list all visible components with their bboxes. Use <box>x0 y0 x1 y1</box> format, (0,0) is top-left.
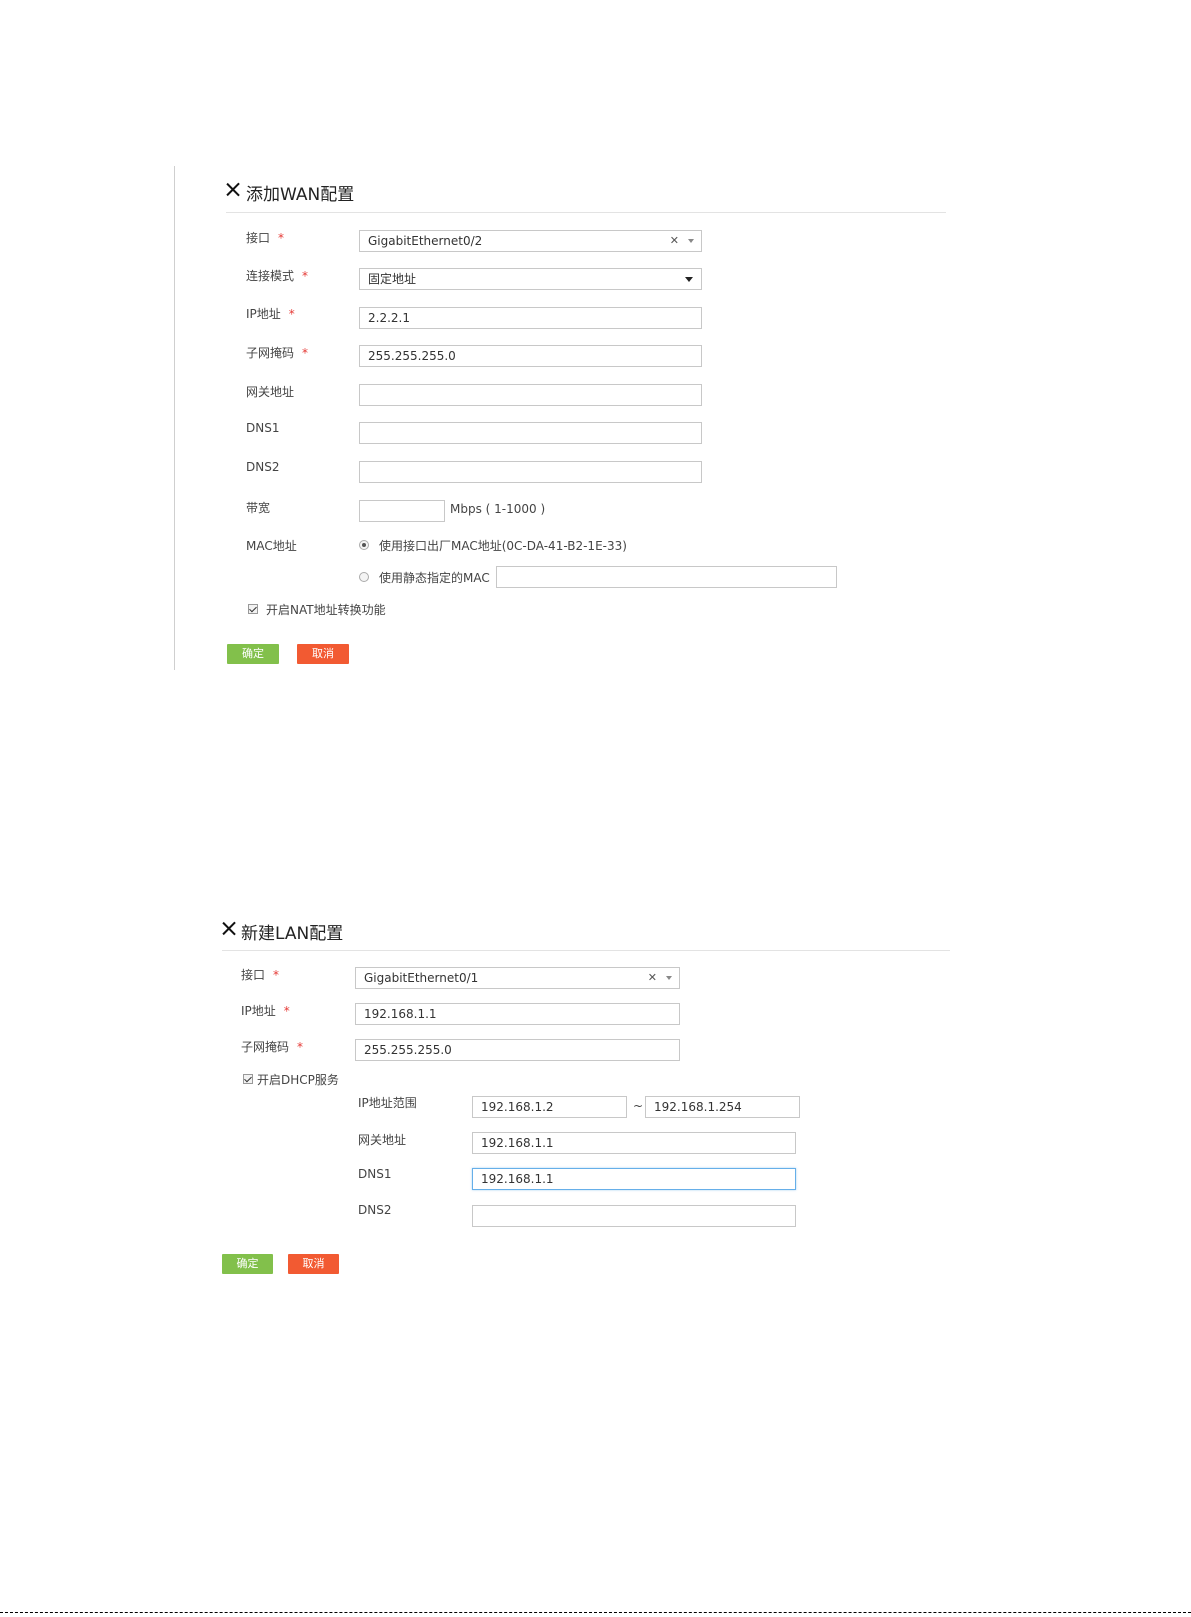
required-mark: * <box>283 1004 290 1018</box>
interface-label-text: 接口 <box>246 231 271 245</box>
required-mark: * <box>288 307 295 321</box>
lan-gateway-label: 网关地址 <box>358 1133 407 1147</box>
mac-factory-radio[interactable] <box>359 540 369 550</box>
dhcp-label[interactable]: 开启DHCP服务 <box>257 1071 339 1088</box>
required-mark: * <box>302 346 309 360</box>
interface-select-value: GigabitEthernet0/2 <box>368 234 483 248</box>
required-mark: * <box>278 231 285 245</box>
mode-select-value: 固定地址 <box>368 272 417 286</box>
mac-factory-label[interactable]: 使用接口出厂MAC地址(0C-DA-41-B2-1E-33) <box>379 537 627 554</box>
ip-label: IP地址 * <box>246 305 295 322</box>
lan-dns1-label: DNS1 <box>358 1167 392 1181</box>
dns2-label: DNS2 <box>246 460 280 474</box>
cancel-button[interactable]: 取消 <box>297 644 349 664</box>
lan-gateway-input[interactable]: 192.168.1.1 <box>472 1132 796 1154</box>
ip-range-label: IP地址范围 <box>358 1096 417 1110</box>
lan-mask-label-text: 子网掩码 <box>241 1040 290 1054</box>
bandwidth-unit: Mbps ( 1-1000 ) <box>450 502 546 516</box>
required-mark: * <box>297 1040 304 1054</box>
lan-ip-input[interactable]: 192.168.1.1 <box>355 1003 680 1025</box>
nat-label[interactable]: 开启NAT地址转换功能 <box>266 601 386 618</box>
mac-label: MAC地址 <box>246 539 297 553</box>
lan-interface-label: 接口 * <box>241 966 279 983</box>
required-mark: * <box>302 269 309 283</box>
panel-left-border <box>174 166 175 670</box>
mask-label-text: 子网掩码 <box>246 346 295 360</box>
lan-dns2-label: DNS2 <box>358 1203 392 1217</box>
dns2-input[interactable] <box>359 461 702 483</box>
ok-button[interactable]: 确定 <box>227 644 279 664</box>
mac-static-input[interactable] <box>496 566 837 588</box>
dns1-label: DNS1 <box>246 421 280 435</box>
ip-range-start-input[interactable]: 192.168.1.2 <box>472 1096 627 1118</box>
lan-interface-select-value: GigabitEthernet0/1 <box>364 971 479 985</box>
bandwidth-input[interactable] <box>359 500 445 522</box>
ip-label-text: IP地址 <box>246 307 281 321</box>
lan-ip-label-text: IP地址 <box>241 1004 276 1018</box>
bandwidth-label: 带宽 <box>246 501 271 515</box>
lan-interface-select[interactable]: GigabitEthernet0/1 ✕ <box>355 967 680 989</box>
mac-static-label[interactable]: 使用静态指定的MAC <box>379 569 490 586</box>
title-divider <box>226 212 946 213</box>
mask-input[interactable]: 255.255.255.0 <box>359 345 702 367</box>
lan-interface-label-text: 接口 <box>241 968 266 982</box>
gateway-input[interactable] <box>359 384 702 406</box>
lan-panel-title: 新建LAN配置 <box>241 924 344 944</box>
mode-label-text: 连接模式 <box>246 269 295 283</box>
chevron-down-icon[interactable] <box>666 976 672 980</box>
chevron-down-icon[interactable] <box>688 239 694 243</box>
mode-label: 连接模式 * <box>246 267 308 284</box>
gateway-label: 网关地址 <box>246 385 295 399</box>
mask-label: 子网掩码 * <box>246 344 308 361</box>
lan-cancel-button[interactable]: 取消 <box>288 1254 339 1274</box>
ip-range-end-input[interactable]: 192.168.1.254 <box>645 1096 800 1118</box>
mac-static-radio[interactable] <box>359 572 369 582</box>
title-divider <box>222 950 950 951</box>
clear-icon[interactable]: ✕ <box>648 968 657 988</box>
lan-ok-button[interactable]: 确定 <box>222 1254 273 1274</box>
lan-dns1-input[interactable]: 192.168.1.1 <box>472 1168 796 1190</box>
page-bottom-rule <box>0 1612 1191 1613</box>
dhcp-checkbox[interactable] <box>243 1074 253 1084</box>
lan-ip-label: IP地址 * <box>241 1002 290 1019</box>
nat-checkbox[interactable] <box>248 604 258 614</box>
close-icon[interactable] <box>222 921 236 935</box>
close-icon[interactable] <box>226 182 240 196</box>
lan-dns2-input[interactable] <box>472 1205 796 1227</box>
clear-icon[interactable]: ✕ <box>670 231 679 251</box>
lan-mask-label: 子网掩码 * <box>241 1038 303 1055</box>
dns1-input[interactable] <box>359 422 702 444</box>
required-mark: * <box>273 968 280 982</box>
interface-select[interactable]: GigabitEthernet0/2 ✕ <box>359 230 702 252</box>
range-separator: ~ <box>633 1099 644 1113</box>
ip-input[interactable]: 2.2.2.1 <box>359 307 702 329</box>
wan-panel-title: 添加WAN配置 <box>246 185 355 205</box>
lan-mask-input[interactable]: 255.255.255.0 <box>355 1039 680 1061</box>
chevron-down-icon[interactable] <box>685 277 693 282</box>
interface-label: 接口 * <box>246 229 284 246</box>
mode-select[interactable]: 固定地址 <box>359 268 702 290</box>
